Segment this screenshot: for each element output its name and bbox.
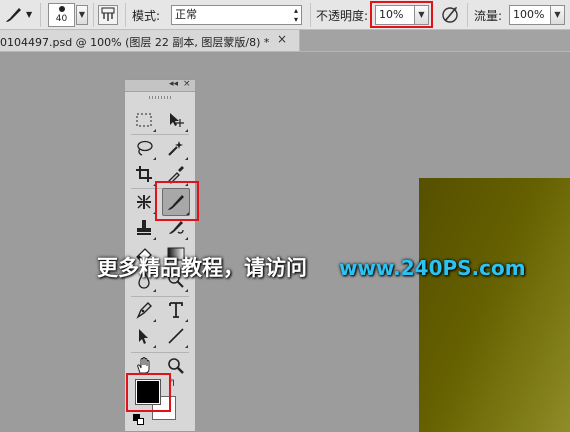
brush-panel-toggle-icon[interactable] xyxy=(98,5,118,25)
type-icon xyxy=(169,302,183,318)
mode-select[interactable]: 正常 ▴ ▾ xyxy=(171,5,302,25)
options-bar: ▼ 40 ▼ 模式: 正常 ▴ ▾ 不透明度: 10% ▼ 流量: 100% ▼ xyxy=(0,0,570,30)
magic-wand-tool[interactable] xyxy=(164,136,188,160)
collapse-icon[interactable]: ◂◂ xyxy=(169,79,178,89)
foreground-color-highlight xyxy=(126,373,171,412)
mode-label: 模式: xyxy=(132,9,161,23)
flow-dropdown[interactable]: ▼ xyxy=(550,5,565,25)
magic-wand-icon xyxy=(168,141,183,156)
crop-tool[interactable] xyxy=(132,162,156,186)
pen-icon xyxy=(136,302,152,319)
pen-tool[interactable] xyxy=(132,298,156,322)
brush-size-dropdown[interactable]: ▼ xyxy=(76,5,88,25)
opacity-highlight xyxy=(370,1,433,28)
history-brush-icon xyxy=(169,221,184,234)
close-icon[interactable]: × xyxy=(277,32,287,46)
document-canvas[interactable] xyxy=(419,178,570,432)
document-tab[interactable]: 0104497.psd @ 100% (图层 22 副本, 图层蒙版/8) * … xyxy=(0,30,300,52)
rect-marquee-tool[interactable] xyxy=(132,108,156,132)
history-brush-tool[interactable] xyxy=(164,216,188,240)
brush-preset-icon[interactable] xyxy=(2,5,26,25)
rect-marquee-icon xyxy=(136,113,152,127)
clone-stamp-tool[interactable] xyxy=(132,216,156,240)
brush-size-picker[interactable]: 40 xyxy=(48,3,75,27)
move-tool[interactable] xyxy=(164,108,188,132)
brush-tool-highlight xyxy=(155,181,199,221)
default-colors-icon[interactable] xyxy=(133,414,145,426)
path-selection-icon xyxy=(139,329,148,344)
panel-grip[interactable] xyxy=(149,96,171,99)
mode-value: 正常 xyxy=(175,8,197,21)
stamp-icon xyxy=(137,220,151,235)
flow-input[interactable]: 100% xyxy=(509,5,551,25)
flow-label: 流量: xyxy=(474,9,503,23)
brush-size-value: 40 xyxy=(55,14,68,24)
pressure-opacity-icon[interactable] xyxy=(439,4,461,26)
watermark-text: 更多精品教程，请访问 xyxy=(97,256,307,280)
healing-tool[interactable] xyxy=(132,190,156,214)
chevron-down-icon[interactable]: ▼ xyxy=(26,10,32,19)
brush-tip-icon xyxy=(59,6,65,12)
line-tool[interactable] xyxy=(164,324,188,348)
type-tool[interactable] xyxy=(164,298,188,322)
healing-icon xyxy=(137,195,151,209)
path-selection-tool[interactable] xyxy=(132,324,156,348)
select-arrows-icon: ▴ ▾ xyxy=(293,6,298,24)
watermark-banner: 更多精品教程，请访问 www.240PS.com xyxy=(0,253,570,283)
lasso-tool[interactable] xyxy=(132,136,156,160)
crop-icon xyxy=(136,166,152,182)
watermark-url: www.240PS.com xyxy=(339,256,526,280)
lasso-icon xyxy=(137,140,153,156)
move-icon xyxy=(170,113,184,127)
tab-strip xyxy=(300,30,570,52)
tools-panel-header[interactable]: ◂◂ × xyxy=(125,79,195,92)
close-icon[interactable]: × xyxy=(183,79,191,89)
document-tab-title: 0104497.psd @ 100% (图层 22 副本, 图层蒙版/8) * xyxy=(0,36,270,49)
line-icon xyxy=(168,328,184,344)
opacity-label: 不透明度: xyxy=(316,9,369,23)
